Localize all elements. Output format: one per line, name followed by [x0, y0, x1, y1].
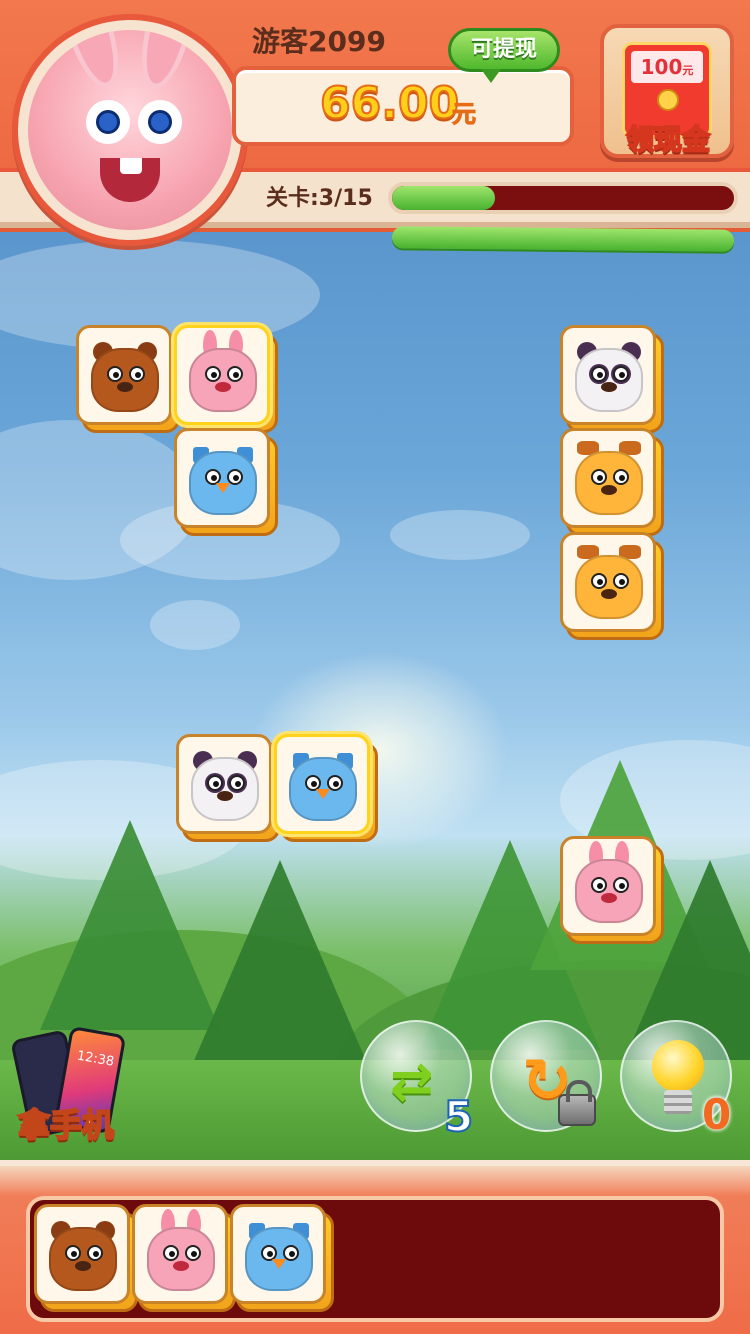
eye-icon	[86, 100, 130, 144]
board-tile-deer[interactable]	[560, 428, 664, 536]
bunny-icon	[571, 841, 647, 927]
cash-balance-box: 66.00 元	[232, 66, 574, 146]
deer-icon	[571, 543, 647, 623]
tile-tray	[26, 1196, 724, 1322]
bear-icon	[45, 1215, 121, 1295]
bottom-panel	[0, 1160, 750, 1334]
board-tile-owl[interactable]	[274, 734, 378, 842]
tray-slot-bear[interactable]	[34, 1204, 138, 1312]
board-tile-bear[interactable]	[76, 325, 180, 433]
tile-face	[560, 428, 656, 528]
board-tile-panda[interactable]	[176, 734, 280, 842]
cash-amount: 66.00	[319, 77, 460, 130]
owl-icon	[285, 745, 361, 825]
bunny-icon	[185, 330, 261, 416]
undo-button[interactable]: ↻	[490, 1020, 602, 1132]
board-tile-owl[interactable]	[174, 428, 278, 536]
cash-unit: 元	[452, 100, 477, 129]
redpack-note: 100元	[631, 51, 703, 83]
tile-face	[76, 325, 172, 425]
lightbulb-icon	[652, 1040, 704, 1092]
level-progress-bar	[388, 182, 738, 214]
tile-face	[176, 734, 272, 834]
redpack-value: 100	[640, 55, 683, 79]
owl-icon	[241, 1215, 317, 1295]
tile-face	[560, 325, 656, 425]
tree-decoration	[190, 860, 370, 1070]
bunny-mascot-icon	[28, 30, 232, 230]
cloud-decoration	[150, 600, 240, 650]
bear-icon	[87, 336, 163, 416]
level-progress-fill	[392, 186, 495, 210]
panda-icon	[187, 745, 263, 825]
claim-cash-button[interactable]: 100元 领现金	[600, 24, 734, 158]
tile-face	[174, 325, 270, 425]
board-tile-panda[interactable]	[560, 325, 664, 433]
tray-slot-owl[interactable]	[230, 1204, 334, 1312]
phone-prize-button[interactable]: 12:38 拿手机	[10, 1025, 134, 1150]
tile-face	[230, 1204, 326, 1304]
timer-bar	[391, 226, 735, 252]
bunny-icon	[143, 1209, 219, 1295]
shuffle-icon: ⇄	[390, 1052, 434, 1112]
shuffle-button[interactable]: ⇄ 5	[360, 1020, 474, 1142]
panda-icon	[571, 336, 647, 416]
shuffle-count: 5	[443, 1091, 474, 1142]
deer-icon	[571, 439, 647, 519]
ear-icon	[132, 30, 204, 94]
tile-face	[132, 1204, 228, 1304]
tray-slot-bunny[interactable]	[132, 1204, 236, 1312]
withdraw-button[interactable]: 可提现	[448, 28, 560, 83]
claim-cash-label: 领现金	[625, 122, 711, 157]
board-tile-bunny[interactable]	[174, 325, 278, 433]
redpack-unit: 元	[682, 64, 694, 77]
player-name: 游客2099	[252, 25, 386, 58]
lightbulb-base-icon	[664, 1090, 692, 1114]
coin-icon	[657, 89, 679, 111]
tile-face	[174, 428, 270, 528]
hint-count: 0	[702, 1090, 732, 1139]
phone-prize-label: 拿手机	[17, 1105, 115, 1145]
owl-icon	[185, 439, 261, 519]
board-tile-deer[interactable]	[560, 532, 664, 640]
hint-button[interactable]: 0	[620, 1020, 732, 1139]
mouth-icon	[100, 158, 160, 202]
tile-face	[34, 1204, 130, 1304]
cloud-decoration	[390, 510, 530, 560]
lock-icon	[558, 1080, 596, 1126]
tile-face	[560, 532, 656, 632]
player-avatar[interactable]	[12, 14, 248, 246]
phone-time: 12:38	[75, 1048, 116, 1070]
board-tile-bunny[interactable]	[560, 836, 664, 944]
ear-icon	[50, 30, 130, 94]
tile-face	[274, 734, 370, 834]
tile-face	[560, 836, 656, 936]
level-label: 关卡:3/15	[266, 186, 373, 211]
eye-icon	[138, 100, 182, 144]
